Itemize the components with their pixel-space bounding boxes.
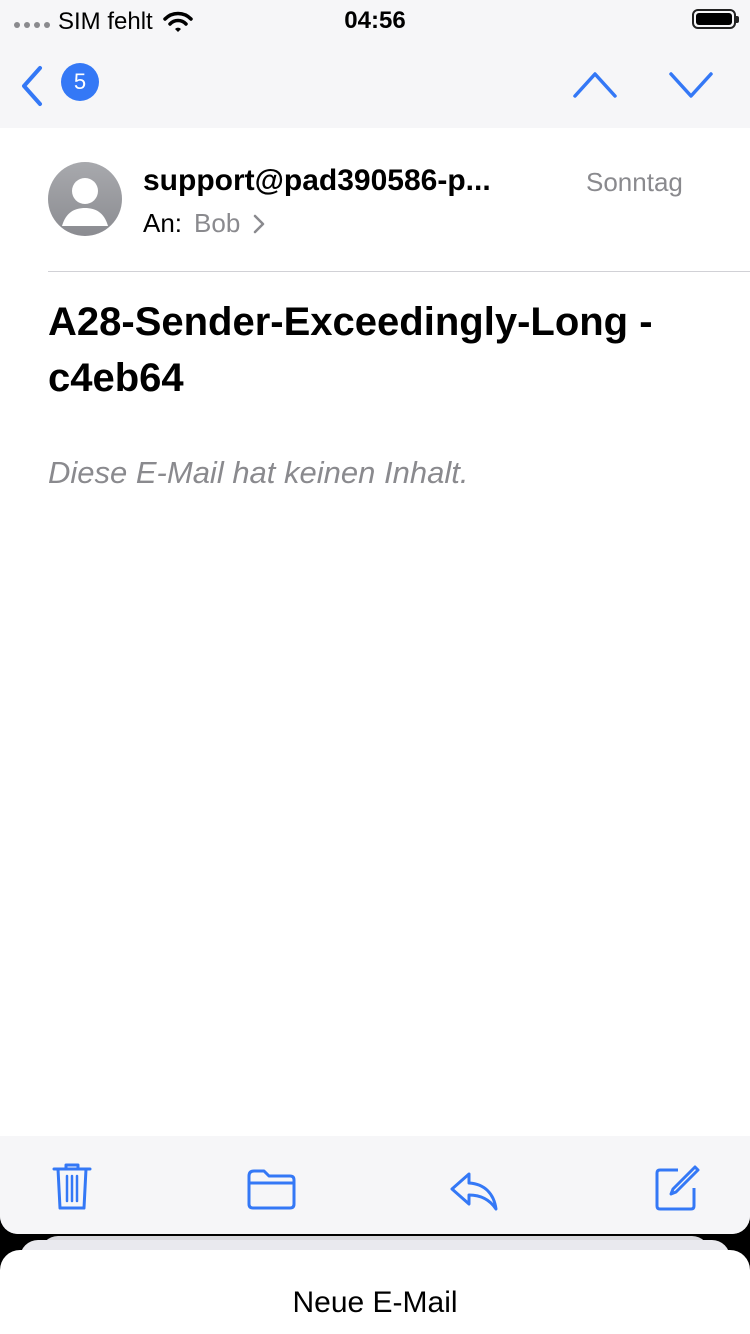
recipient-name[interactable]: Bob xyxy=(194,208,240,239)
message-body: Diese E-Mail hat keinen Inhalt. xyxy=(48,455,469,490)
person-icon xyxy=(62,178,108,226)
avatar[interactable] xyxy=(48,162,122,236)
unread-badge[interactable]: 5 xyxy=(61,63,99,101)
reply-icon[interactable] xyxy=(449,1170,499,1212)
message-subject: A28-Sender-Exceedingly-Long - c4eb64 xyxy=(48,300,653,400)
trash-icon[interactable] xyxy=(52,1162,92,1212)
navigation-bar xyxy=(0,40,750,128)
draft-sheet[interactable]: Neue E-Mail xyxy=(0,1250,750,1334)
mail-sheet: SIM fehlt 04:56 5 support@pad390586-p...… xyxy=(0,0,750,1234)
bottom-toolbar xyxy=(0,1136,750,1234)
compose-icon[interactable] xyxy=(654,1164,700,1212)
sender-address[interactable]: support@pad390586-p... xyxy=(143,164,491,198)
status-bar: SIM fehlt 04:56 xyxy=(0,0,750,40)
message-content: support@pad390586-p... Sonntag An: Bob A… xyxy=(0,128,750,1136)
back-icon[interactable] xyxy=(18,64,48,108)
message-date: Sonntag xyxy=(586,167,683,197)
chevron-right-icon xyxy=(254,214,265,233)
recipient-row[interactable]: An: Bob xyxy=(143,208,266,239)
to-label: An: xyxy=(143,208,183,238)
chevron-up-icon[interactable] xyxy=(572,64,618,100)
draft-title[interactable]: Neue E-Mail xyxy=(0,1286,750,1320)
chevron-down-icon[interactable] xyxy=(668,64,714,100)
header-divider xyxy=(48,271,750,272)
folder-icon[interactable] xyxy=(246,1168,296,1210)
status-time: 04:56 xyxy=(344,7,406,34)
battery-icon xyxy=(692,9,739,29)
